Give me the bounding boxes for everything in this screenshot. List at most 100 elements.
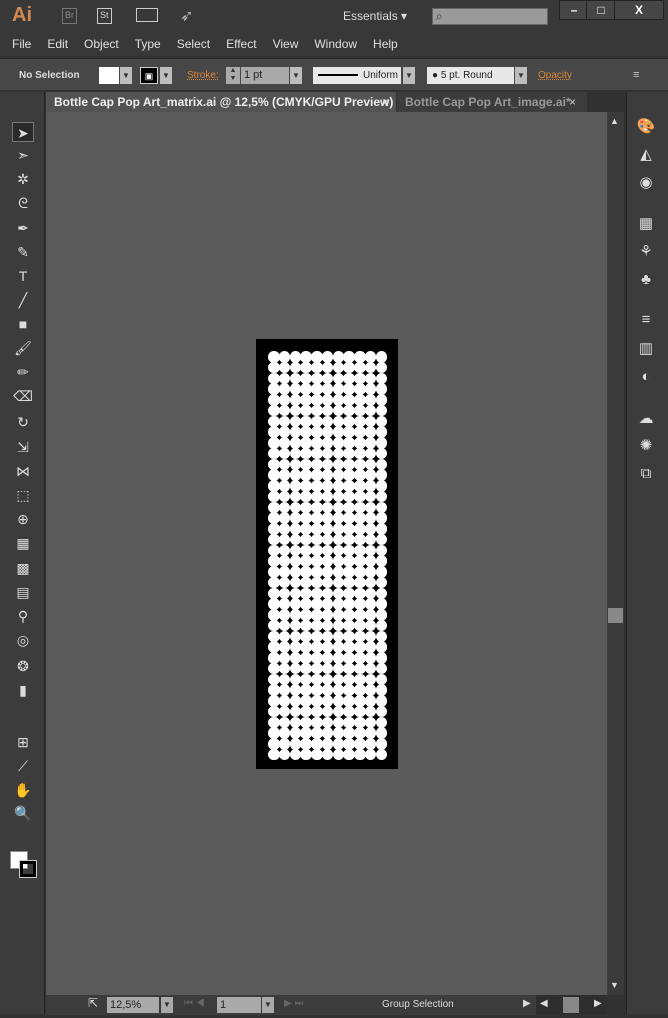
- bottle-cap-dot: [354, 576, 366, 589]
- gradient-tool-icon[interactable]: ▤: [12, 582, 34, 602]
- stock-button[interactable]: St: [97, 8, 112, 24]
- variable-width-profile[interactable]: Uniform: [313, 67, 401, 84]
- zoom-tool-icon[interactable]: 🔍: [12, 803, 34, 823]
- maximize-button[interactable]: □: [586, 0, 616, 20]
- arrange-documents-icon[interactable]: [136, 8, 158, 22]
- menu-type[interactable]: Type: [135, 34, 161, 56]
- blend-tool-icon[interactable]: ◎: [12, 630, 34, 650]
- line-segment-tool-icon[interactable]: ╱: [12, 290, 34, 310]
- artboard-tool-icon[interactable]: ⊞: [12, 732, 34, 752]
- scroll-down-icon[interactable]: ▼: [610, 980, 619, 990]
- selection-tool-icon[interactable]: ➤: [12, 122, 34, 142]
- menu-effect[interactable]: Effect: [226, 34, 256, 56]
- fill-swatch[interactable]: [99, 67, 119, 84]
- menu-select[interactable]: Select: [177, 34, 210, 56]
- zoom-input[interactable]: 12,5%: [107, 997, 159, 1013]
- eyedropper-tool-icon[interactable]: ⚲: [12, 606, 34, 626]
- stroke-weight-stepper[interactable]: ▲ ▼: [226, 67, 240, 84]
- asset-export-panel-icon[interactable]: ✺: [635, 435, 657, 457]
- type-tool-icon[interactable]: T: [12, 266, 34, 286]
- stroke-panel-icon[interactable]: ≡: [635, 309, 657, 331]
- artboard-dropdown[interactable]: ▼: [262, 997, 274, 1013]
- pencil-tool-icon[interactable]: ✏: [12, 362, 34, 382]
- curvature-tool-icon[interactable]: ✎: [12, 242, 34, 262]
- scroll-right-icon[interactable]: ▶: [594, 998, 602, 1009]
- swatches-panel-icon[interactable]: ▦: [635, 213, 657, 235]
- scale-tool-icon[interactable]: ⇲: [12, 437, 34, 457]
- mesh-tool-icon[interactable]: ▩: [12, 558, 34, 578]
- brush-definition[interactable]: ● 5 pt. Round: [427, 67, 514, 84]
- first-artboard-icon[interactable]: ⏮ ◀: [184, 998, 205, 1009]
- scroll-thumb[interactable]: [608, 608, 623, 623]
- zoom-dropdown[interactable]: ▼: [161, 997, 173, 1013]
- menu-window[interactable]: Window: [314, 34, 357, 56]
- column-graph-tool-icon[interactable]: ▮: [12, 680, 34, 700]
- appearance-panel-icon[interactable]: ◉: [635, 172, 657, 194]
- share-icon[interactable]: ⇱: [88, 996, 98, 1010]
- cc-libraries-panel-icon[interactable]: ☁: [635, 408, 657, 430]
- bridge-button[interactable]: Br: [62, 8, 77, 24]
- menu-bar: File Edit Object Type Select Effect View…: [0, 34, 668, 56]
- stroke-line-preview: [318, 74, 358, 76]
- menu-view[interactable]: View: [273, 34, 299, 56]
- scroll-left-icon[interactable]: ◀: [540, 998, 548, 1009]
- brush-dropdown[interactable]: ▼: [515, 67, 527, 84]
- scroll-thumb[interactable]: [563, 997, 579, 1013]
- direct-selection-tool-icon[interactable]: ➣: [12, 145, 34, 165]
- rectangle-tool-icon[interactable]: ■: [12, 314, 34, 334]
- lasso-tool-icon[interactable]: ᘓ: [12, 193, 34, 213]
- tab-close-icon[interactable]: ×: [382, 92, 389, 112]
- slice-tool-icon[interactable]: ⟋: [12, 756, 34, 776]
- hand-tool-icon[interactable]: ✋: [12, 780, 34, 800]
- stroke-color-box[interactable]: [19, 860, 37, 878]
- tab-matrix[interactable]: Bottle Cap Pop Art_matrix.ai @ 12,5% (CM…: [46, 92, 396, 112]
- stroke-swatch[interactable]: ▣: [140, 67, 158, 84]
- gradient-panel-icon[interactable]: ▥: [635, 338, 657, 360]
- symbols-panel-icon[interactable]: ♣: [635, 269, 657, 291]
- horizontal-scrollbar[interactable]: ◀ ▶: [536, 995, 607, 1015]
- scroll-up-icon[interactable]: ▲: [610, 116, 619, 126]
- stroke-panel-link[interactable]: Stroke:: [187, 67, 219, 84]
- menu-file[interactable]: File: [12, 34, 31, 56]
- paintbrush-tool-icon[interactable]: 🖌: [12, 338, 34, 358]
- minimize-button[interactable]: –: [559, 0, 589, 20]
- artboard[interactable]: [256, 339, 398, 769]
- bottle-cap-dot: [268, 447, 280, 460]
- search-input[interactable]: ⌕: [432, 8, 548, 25]
- control-menu-icon[interactable]: ≡: [633, 67, 639, 84]
- workspace-switcher[interactable]: Essentials ▾: [343, 9, 407, 23]
- menu-object[interactable]: Object: [84, 34, 119, 56]
- symbol-sprayer-tool-icon[interactable]: ❂: [12, 656, 34, 676]
- brushes-panel-icon[interactable]: ⚘: [635, 241, 657, 263]
- rotate-tool-icon[interactable]: ↻: [12, 412, 34, 432]
- width-tool-icon[interactable]: ⋈: [12, 461, 34, 481]
- profile-dropdown[interactable]: ▼: [403, 67, 415, 84]
- status-menu-icon[interactable]: ▶: [523, 998, 531, 1009]
- stroke-weight-dropdown[interactable]: ▼: [290, 67, 302, 84]
- artboard-number-input[interactable]: 1: [217, 997, 261, 1013]
- stroke-dropdown[interactable]: ▼: [160, 67, 172, 84]
- color-guide-panel-icon[interactable]: ◭: [635, 144, 657, 166]
- vertical-scrollbar[interactable]: ▲ ▼: [607, 112, 624, 995]
- eraser-tool-icon[interactable]: ⌫: [12, 386, 34, 406]
- close-button[interactable]: X: [614, 0, 664, 20]
- tab-close-icon[interactable]: ×: [569, 92, 576, 112]
- bottle-cap-dot: [311, 576, 323, 589]
- opacity-panel-link[interactable]: Opacity: [538, 67, 572, 84]
- free-transform-tool-icon[interactable]: ⬚: [12, 485, 34, 505]
- rocket-icon[interactable]: ➶: [180, 6, 193, 26]
- menu-edit[interactable]: Edit: [47, 34, 68, 56]
- status-tool-label[interactable]: Group Selection: [382, 999, 454, 1010]
- color-panel-icon[interactable]: 🎨: [635, 116, 657, 138]
- last-artboard-icon[interactable]: ▶ ⏭: [284, 998, 303, 1009]
- menu-help[interactable]: Help: [373, 34, 398, 56]
- shape-builder-tool-icon[interactable]: ⊕: [12, 509, 34, 529]
- artboards-panel-icon[interactable]: ⧉: [635, 463, 657, 485]
- magic-wand-tool-icon[interactable]: ✲: [12, 169, 34, 189]
- stroke-weight-input[interactable]: 1 pt: [241, 67, 289, 84]
- perspective-grid-tool-icon[interactable]: ▦: [12, 533, 34, 553]
- pen-tool-icon[interactable]: ✒: [12, 218, 34, 238]
- fill-dropdown[interactable]: ▼: [120, 67, 132, 84]
- transparency-panel-icon[interactable]: ◐: [635, 366, 657, 388]
- tab-image[interactable]: Bottle Cap Pop Art_image.ai* ×: [397, 92, 587, 112]
